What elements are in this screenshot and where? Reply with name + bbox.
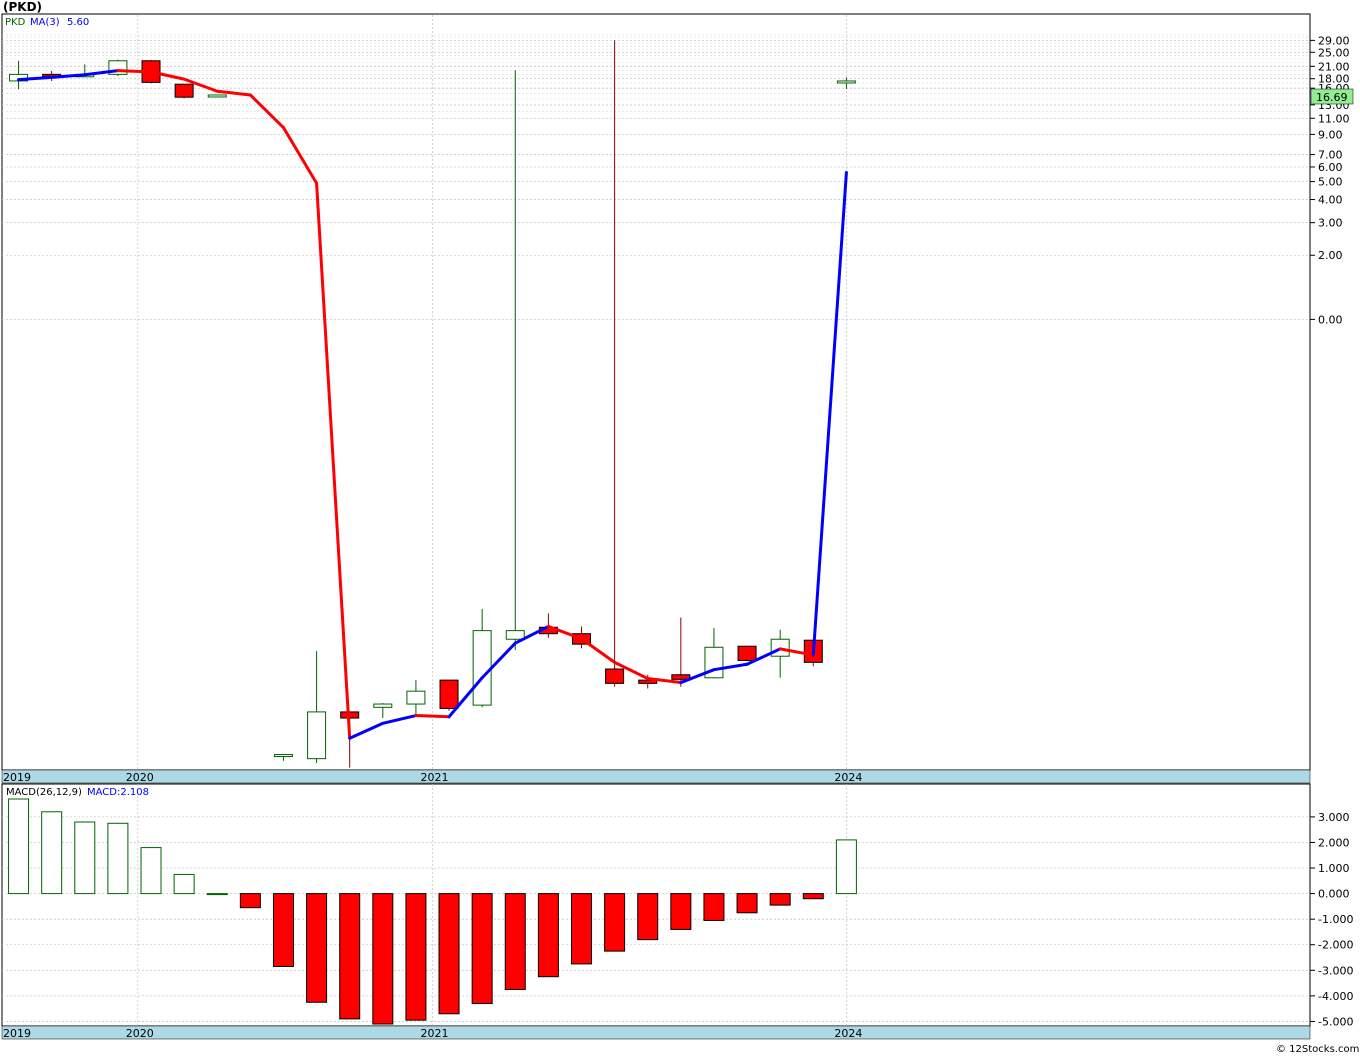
macd-bar (438, 893, 460, 1015)
macd-bar (140, 847, 162, 895)
price-y-tick-label: 4.00 (1318, 194, 1343, 207)
macd-bar (471, 893, 493, 1005)
price-plot-area[interactable] (1, 13, 1311, 771)
macd-bar (339, 893, 361, 1020)
macd-bar (670, 893, 692, 930)
macd-legend-value: MACD:2.108 (87, 787, 149, 798)
macd-bar (272, 893, 294, 967)
year-label: 2019 (3, 771, 31, 784)
macd-legend-name: MACD(26,12,9) (6, 787, 82, 798)
macd-panel: 3.000 2.000 1.000 0.000 -1.000 -2.000 -3.000 -4… (1, 783, 1353, 1040)
macd-y-axis: 3.000 2.000 1.000 0.000 -1.000 -2.000 -3.000 -4… (1310, 811, 1353, 1028)
year-label: 2024 (834, 1027, 862, 1040)
legend-ma-value: 5.60 (67, 17, 89, 28)
macd-bar (372, 893, 394, 1025)
macd-bar (504, 893, 526, 990)
macd-y-tick-label: -5.000 (1318, 1015, 1353, 1028)
ma-segment (116, 69, 153, 74)
macd-y-tick-label: 3.000 (1318, 811, 1350, 824)
macd-bar (173, 873, 195, 895)
candle-body (307, 711, 327, 760)
macd-bar (239, 893, 261, 909)
candle-body (605, 668, 625, 684)
year-label: 2019 (3, 1027, 31, 1040)
candle-body (505, 630, 525, 640)
macd-bar (835, 839, 857, 895)
price-y-tick-label: 6.00 (1318, 161, 1343, 174)
candle-body (406, 690, 426, 705)
candle-body (472, 630, 492, 706)
macd-y-tick-label: 1.000 (1318, 862, 1350, 875)
candle-body (174, 83, 194, 98)
price-y-tick-label: 0.00 (1318, 313, 1343, 326)
price-y-tick-label: 2.00 (1318, 249, 1343, 262)
macd-bar (405, 893, 427, 1021)
macd-bar (604, 893, 626, 952)
price-y-axis: 29.0025.0021.0018.0016.0013.0011.009.007… (1310, 34, 1350, 326)
macd-bar (537, 893, 559, 978)
price-y-tick-label: 25.00 (1318, 46, 1350, 59)
macd-bar (703, 893, 725, 921)
macd-y-tick-label: -2.000 (1318, 939, 1353, 952)
macd-bar (570, 893, 592, 965)
macd-y-tick-label: 0.000 (1318, 888, 1350, 901)
site-credit: © 12Stocks.com (1276, 1044, 1359, 1055)
macd-bar (769, 893, 791, 906)
macd-y-tick-label: -1.000 (1318, 913, 1353, 926)
macd-bar (637, 893, 659, 941)
macd-y-tick-label: 2.000 (1318, 836, 1350, 849)
price-y-tick-label: 3.00 (1318, 217, 1343, 230)
macd-bar (736, 893, 758, 914)
candle-body (373, 703, 393, 708)
macd-y-tick-label: -3.000 (1318, 964, 1353, 977)
last-price-tag: 16.69 (1310, 88, 1354, 105)
candle-body (273, 754, 293, 758)
chart-title: (PKD) (3, 0, 42, 14)
price-y-tick-label: 5.00 (1318, 176, 1343, 189)
price-y-tick-label: 7.00 (1318, 149, 1343, 162)
year-label: 2020 (126, 771, 154, 784)
price-y-tick-label: 9.00 (1318, 128, 1343, 141)
macd-y-tick-label: -4.000 (1318, 990, 1353, 1003)
macd-year-band (1, 1025, 1311, 1040)
year-label: 2020 (126, 1027, 154, 1040)
year-label: 2021 (420, 771, 448, 784)
price-y-tick-label: 21.00 (1318, 60, 1350, 73)
year-label: 2021 (420, 1027, 448, 1040)
macd-bar (206, 893, 228, 896)
candle-body (207, 94, 227, 98)
legend-symbol: PKD (5, 17, 26, 28)
macd-bar (107, 822, 129, 895)
price-y-tick-label: 11.00 (1318, 112, 1350, 125)
ma-segment (414, 714, 451, 719)
year-label: 2024 (834, 771, 862, 784)
price-panel: 29.0025.0021.0018.0016.0013.0011.009.007… (1, 13, 1354, 784)
macd-bar (74, 821, 96, 895)
candle-body (836, 80, 856, 84)
macd-bar (306, 893, 328, 1003)
macd-bar (802, 893, 824, 900)
last-price-label: 16.69 (1316, 91, 1348, 104)
price-year-band (1, 769, 1311, 784)
macd-bar (8, 798, 30, 895)
candle-body (439, 679, 459, 709)
macd-bar (41, 811, 63, 895)
chart-canvas: 29.0025.0021.0018.0016.0013.0011.009.007… (1, 0, 1359, 1055)
candle-body (737, 645, 757, 661)
legend-ma-label: MA(3) (30, 17, 60, 28)
